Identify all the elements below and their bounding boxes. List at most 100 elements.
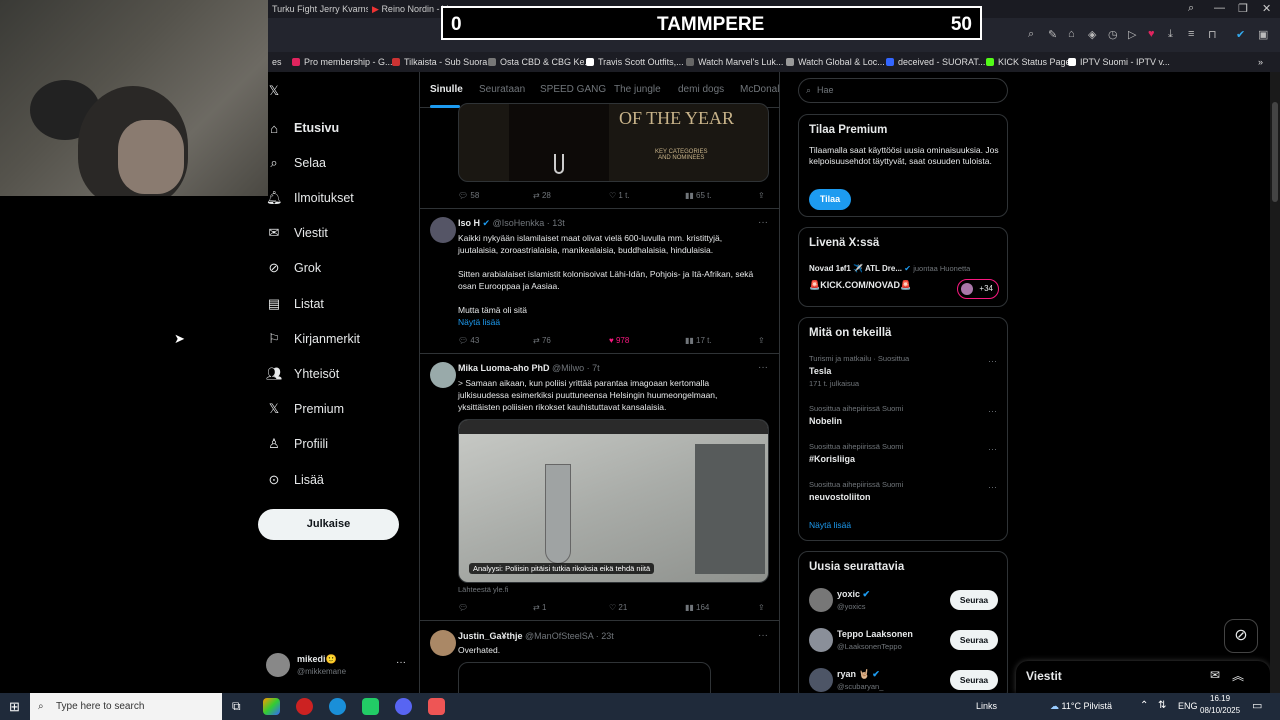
reply-button[interactable]: 💬︎ 58	[458, 191, 479, 200]
link-source[interactable]: Lähteestä yle.fi	[458, 585, 508, 594]
repost-button[interactable]: ⇄ 28	[533, 191, 551, 200]
bookmark-item[interactable]: Tilkaista - Sub Suora	[392, 56, 487, 68]
nav-more[interactable]: ⊙ Lisää	[266, 465, 324, 495]
weather-widget[interactable]: ☁ 11°C Pilvistä	[1050, 701, 1112, 712]
author-name[interactable]: Mika Luoma-aho PhD	[458, 363, 550, 373]
network-icon[interactable]: ⇅	[1158, 700, 1166, 711]
bookmark-item[interactable]: Watch Global & Loc...	[786, 56, 885, 68]
follow-suggestion[interactable]: ryan 🤘🏼 ✔ @scubaryan_ Seuraa	[809, 668, 1009, 694]
views-button[interactable]: ▮▮ 65 t.	[685, 191, 712, 200]
nav-grok[interactable]: ⊘ Grok	[266, 253, 322, 283]
more-icon[interactable]: ···	[988, 356, 997, 366]
nav-notifications[interactable]: 🔔︎ Ilmoitukset	[266, 183, 354, 213]
like-button[interactable]: ♡ 21	[609, 603, 627, 612]
search-input[interactable]: ⌕ Hae	[798, 78, 1008, 103]
discord-icon[interactable]	[395, 698, 412, 715]
messages-drawer[interactable]: Viestit ✉ ︽	[1016, 661, 1270, 693]
shield-icon[interactable]: ◈	[1088, 28, 1096, 41]
chevron-right-icon[interactable]: »	[1258, 56, 1263, 68]
more-icon[interactable]: ···	[758, 217, 768, 228]
language-indicator[interactable]: ENG	[1178, 701, 1198, 711]
tab-demi-dogs[interactable]: demi dogs	[678, 84, 724, 95]
windows-start-icon[interactable]: ⊞	[9, 699, 20, 715]
tweet-media[interactable]: OF THE YEAR KEY CATEGORIES AND NOMINEES	[458, 103, 769, 182]
avatar[interactable]	[430, 362, 456, 388]
avatar[interactable]	[430, 217, 456, 243]
lock-icon[interactable]: ⊓	[1208, 28, 1217, 41]
author-handle[interactable]: @IsoHenkka · 13t	[493, 218, 565, 228]
nav-home[interactable]: ⌂ Etusivu	[266, 113, 339, 143]
reply-button[interactable]: 💬︎ 43	[458, 336, 479, 345]
bookmark-item[interactable]: IPTV Suomi - IPTV v...	[1068, 56, 1170, 68]
taskbar-search-input[interactable]: ⌕ Type here to search	[30, 693, 222, 720]
download-icon[interactable]: ⤓	[1168, 28, 1173, 41]
tweet[interactable]: OF THE YEAR KEY CATEGORIES AND NOMINEES …	[420, 103, 779, 209]
subscribe-button[interactable]: Tilaa	[809, 189, 851, 210]
author-name[interactable]: Justin_Ga¥thje	[458, 631, 523, 641]
tweet[interactable]: Iso H ✔ @IsoHenkka · 13t ··· Kaikki nyky…	[420, 209, 779, 354]
tweet-media[interactable]	[458, 662, 711, 693]
bookmark-item[interactable]: Watch Marvel's Luk...	[686, 56, 783, 68]
task-view-icon[interactable]: ⧉	[232, 699, 241, 714]
search-icon[interactable]: ⌕	[1188, 2, 1194, 15]
clock-time[interactable]: 16.19	[1210, 694, 1230, 703]
nav-communities[interactable]: 👥︎ Yhteisöt	[266, 359, 339, 389]
chevron-up-icon[interactable]: ︽	[1232, 667, 1244, 684]
bookmark-item[interactable]: Travis Scott Outfits,...	[586, 56, 684, 68]
play-icon[interactable]: ▷	[1128, 28, 1136, 41]
author-handle[interactable]: @ManOfSteelSA · 23t	[525, 631, 614, 641]
live-card[interactable]: Livenä X:ssä Novad 1𝖔f1 ✈️ ATL Dre... ✔ …	[798, 227, 1008, 307]
scrollbar[interactable]	[1270, 72, 1280, 693]
like-button[interactable]: ♥ 978	[609, 336, 629, 345]
share-icon[interactable]: ⇪	[758, 191, 765, 200]
avatar[interactable]	[430, 630, 456, 656]
tab-following[interactable]: Seurataan	[479, 84, 525, 95]
follow-button[interactable]: Seuraa	[950, 630, 998, 650]
share-icon[interactable]: ⇪	[758, 603, 765, 612]
browser-tab[interactable]: Turku Fight Jerry Kvarnstr...	[272, 2, 368, 16]
bookmark-item[interactable]: deceived - SUORAT...	[886, 56, 985, 68]
post-button[interactable]: Julkaise	[258, 509, 399, 540]
trend-item[interactable]: Suosittua aihepiirissä Suomi neuvostolii…	[809, 480, 999, 502]
tab-the-jungle[interactable]: The jungle	[614, 84, 661, 95]
links-toolbar[interactable]: Links	[976, 701, 997, 711]
show-more-link[interactable]: Näytä lisää	[458, 317, 500, 327]
reply-button[interactable]: 💬︎	[458, 603, 468, 612]
opera-icon[interactable]	[296, 698, 313, 715]
repost-button[interactable]: ⇄ 76	[533, 336, 551, 345]
minimize-icon[interactable]: —	[1214, 2, 1225, 14]
tweet-media[interactable]: Analyysi: Poliisin pitäisi tutkia rikoks…	[458, 419, 769, 583]
tweet[interactable]: Justin_Ga¥thje @ManOfSteelSA · 23t ··· O…	[420, 622, 779, 693]
tab-mcdonal[interactable]: McDonal	[740, 84, 779, 95]
tab-for-you[interactable]: Sinulle	[430, 84, 463, 95]
follow-suggestion[interactable]: yoxic ✔ @yoxics Seuraa	[809, 588, 1009, 614]
more-icon[interactable]: ···	[396, 657, 406, 668]
repost-button[interactable]: ⇄ 1	[533, 603, 546, 612]
follow-button[interactable]: Seuraa	[950, 590, 998, 610]
trend-item[interactable]: Suosittua aihepiirissä Suomi Nobelin ···	[809, 404, 999, 426]
nav-lists[interactable]: ▤ Listat	[266, 289, 324, 319]
tweet[interactable]: Mika Luoma-aho PhD @Milwo · 7t ··· > Sam…	[420, 354, 779, 621]
bookmark-item[interactable]: Pro membership - G...	[292, 56, 393, 68]
bookmark-item[interactable]: KICK Status Page	[986, 56, 1071, 68]
more-icon[interactable]: ···	[758, 630, 768, 641]
scrollbar-thumb[interactable]	[1272, 102, 1278, 202]
home-icon[interactable]: ⌂	[1068, 28, 1075, 40]
close-icon[interactable]: ✕	[1262, 2, 1271, 15]
extension-icon[interactable]: ✔	[1236, 28, 1245, 41]
clock-date[interactable]: 08/10/2025	[1200, 706, 1240, 715]
nav-messages[interactable]: ✉ Viestit	[266, 218, 328, 248]
bookmark-item[interactable]: Osta CBD & CBG Ke...	[488, 56, 592, 68]
author-name[interactable]: Iso H	[458, 218, 480, 228]
more-icon[interactable]: ···	[988, 444, 997, 454]
sidebar-icon[interactable]: ▣	[1258, 28, 1268, 41]
edge-icon[interactable]	[329, 698, 346, 715]
maximize-icon[interactable]: ❐	[1238, 2, 1248, 15]
time-icon[interactable]: ◷	[1108, 28, 1118, 41]
heart-icon[interactable]: ♥	[1148, 28, 1155, 40]
x-logo[interactable]: 𝕏	[266, 76, 294, 106]
nav-profile[interactable]: ♙ Profiili	[266, 429, 328, 459]
app-icon[interactable]	[263, 698, 280, 715]
app-icon[interactable]	[428, 698, 445, 715]
follow-suggestion[interactable]: Teppo Laaksonen @LaaksonenTeppo Seuraa	[809, 628, 1009, 654]
